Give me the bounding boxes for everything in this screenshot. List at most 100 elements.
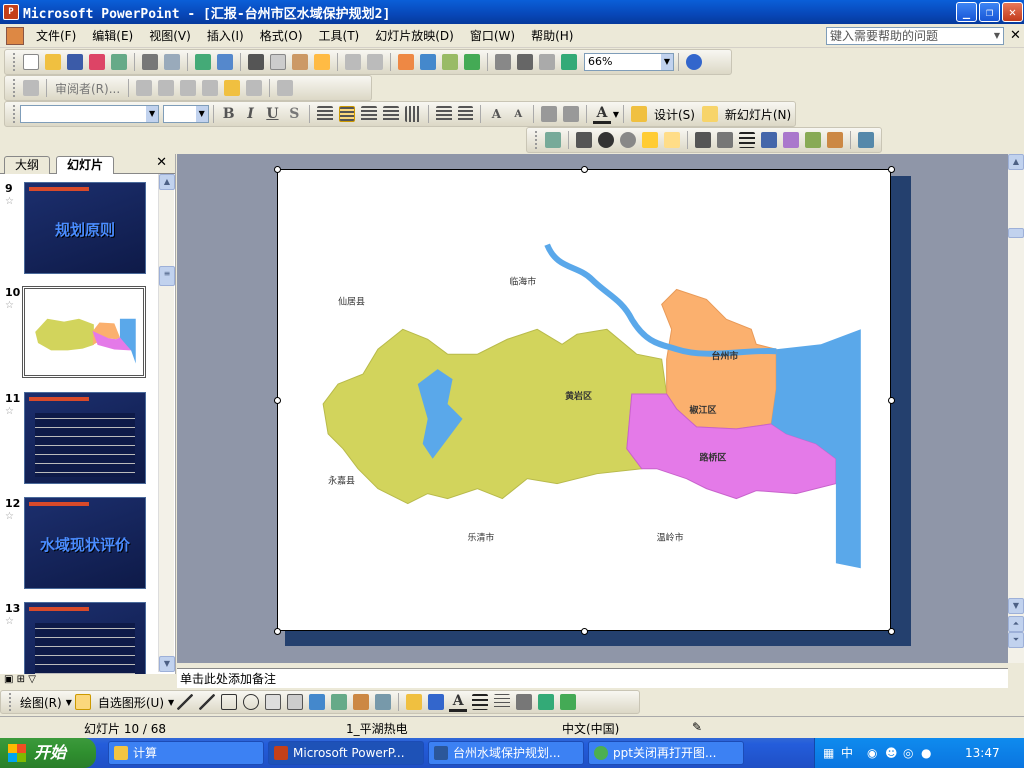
next-item-icon[interactable] bbox=[158, 80, 175, 96]
print-preview-icon[interactable] bbox=[164, 54, 180, 70]
reviewing-pane-icon[interactable] bbox=[277, 80, 294, 96]
undo-icon[interactable] bbox=[345, 54, 361, 70]
slide-thumbnail-13[interactable]: 13 ☆ bbox=[0, 602, 160, 674]
reviewer-button[interactable]: 审阅者(R)... bbox=[55, 80, 120, 97]
less-contrast-icon[interactable] bbox=[620, 132, 636, 148]
dash-style-icon[interactable] bbox=[494, 694, 511, 710]
scroll-down-icon[interactable]: ▼ bbox=[1008, 598, 1024, 614]
scroll-thumb[interactable] bbox=[1008, 228, 1024, 238]
recolor-picture-icon[interactable] bbox=[783, 132, 799, 148]
format-picture-icon[interactable] bbox=[805, 132, 821, 148]
markup-icon[interactable] bbox=[23, 80, 39, 96]
slide-thumbnail-11[interactable]: 11 ☆ bbox=[0, 392, 160, 492]
document-icon[interactable] bbox=[6, 26, 24, 45]
slide-sorter-icon[interactable]: ⊞ bbox=[17, 674, 25, 685]
taskbar-item-browser[interactable]: ppt关闭再打开图... bbox=[588, 741, 744, 765]
show-formatting-icon[interactable] bbox=[517, 54, 533, 70]
tables-borders-icon[interactable] bbox=[442, 54, 458, 70]
help-dropdown-icon[interactable]: ▼ bbox=[991, 28, 1003, 44]
start-button[interactable]: 开始 bbox=[0, 738, 96, 768]
close-button[interactable]: ✕ bbox=[1002, 2, 1023, 22]
powerpoint-app-icon[interactable]: P bbox=[3, 4, 19, 20]
arrow-icon[interactable] bbox=[199, 694, 216, 710]
edit-comment-icon[interactable] bbox=[202, 80, 219, 96]
more-brightness-icon[interactable] bbox=[642, 132, 658, 148]
help-icon[interactable] bbox=[686, 54, 702, 70]
3d-style-icon[interactable] bbox=[560, 694, 577, 710]
previous-slide-icon[interactable]: ⏶ bbox=[1008, 616, 1024, 632]
wordart-icon[interactable] bbox=[309, 694, 326, 710]
paste-icon[interactable] bbox=[292, 54, 308, 70]
fill-color-icon[interactable] bbox=[406, 694, 423, 710]
align-right-icon[interactable] bbox=[361, 106, 377, 122]
insert-comment-icon[interactable] bbox=[224, 80, 241, 96]
font-color-dropdown-icon[interactable]: ▼ bbox=[613, 110, 619, 119]
document-close-icon[interactable]: ✕ bbox=[1010, 28, 1021, 43]
vertical-textbox-icon[interactable] bbox=[287, 694, 304, 710]
less-brightness-icon[interactable] bbox=[664, 132, 680, 148]
decrease-indent-icon[interactable] bbox=[541, 106, 558, 122]
set-transparent-color-icon[interactable] bbox=[827, 132, 843, 148]
align-center-icon[interactable] bbox=[339, 106, 356, 122]
restore-button[interactable]: ❐ bbox=[979, 2, 1000, 22]
save-icon[interactable] bbox=[67, 54, 83, 70]
security-icon[interactable]: ● bbox=[921, 738, 931, 768]
panel-close-icon[interactable]: ✕ bbox=[156, 155, 167, 170]
redo-icon[interactable] bbox=[367, 54, 383, 70]
justify-icon[interactable] bbox=[382, 106, 399, 122]
resize-handle[interactable] bbox=[581, 166, 588, 173]
shadow-button[interactable]: S bbox=[285, 106, 303, 122]
menu-format[interactable]: 格式(O) bbox=[252, 27, 311, 44]
help-search-input[interactable]: 键入需要帮助的问题 ▼ bbox=[826, 27, 1004, 45]
arrow-style-icon[interactable] bbox=[516, 694, 533, 710]
slide-scrollbar[interactable]: ▲ ▼ ⏶ ⏷ bbox=[1008, 154, 1024, 663]
increase-font-icon[interactable]: A bbox=[487, 107, 505, 121]
cut-icon[interactable] bbox=[248, 54, 264, 70]
clock[interactable]: 13:47 bbox=[965, 738, 1000, 768]
menu-slideshow[interactable]: 幻灯片放映(D) bbox=[367, 27, 462, 44]
font-size-select[interactable]: ▼ bbox=[163, 105, 209, 123]
open-icon[interactable] bbox=[45, 54, 61, 70]
spelling-icon[interactable] bbox=[195, 54, 211, 70]
current-slide[interactable]: 临海市 仙居县 台州市 黄岩区 椒江区 路桥区 永嘉县 乐清市 温岭市 bbox=[274, 166, 895, 635]
more-contrast-icon[interactable] bbox=[598, 132, 614, 148]
previous-item-icon[interactable] bbox=[136, 80, 153, 96]
volume-icon[interactable]: ◎ bbox=[903, 738, 913, 768]
line-style-icon[interactable] bbox=[739, 132, 755, 148]
resize-handle[interactable] bbox=[888, 628, 895, 635]
picture-icon[interactable] bbox=[375, 694, 392, 710]
resize-handle[interactable] bbox=[274, 397, 281, 404]
print-icon[interactable] bbox=[142, 54, 158, 70]
tab-slides[interactable]: 幻灯片 bbox=[56, 156, 115, 174]
keyboard-icon[interactable]: ▦ bbox=[823, 738, 834, 768]
taskbar-item-word-doc[interactable]: 台州水域保护规划... bbox=[428, 741, 584, 765]
scroll-up-icon[interactable]: ▲ bbox=[1008, 154, 1024, 170]
insert-picture-icon[interactable] bbox=[545, 132, 561, 148]
bold-button[interactable]: B bbox=[220, 106, 238, 122]
ime-indicator[interactable]: 中 bbox=[841, 738, 853, 768]
shadow-style-icon[interactable] bbox=[538, 694, 555, 710]
messenger-icon[interactable]: ☻ bbox=[885, 738, 898, 768]
research-icon[interactable] bbox=[217, 54, 233, 70]
menu-file[interactable]: 文件(F) bbox=[28, 27, 84, 44]
permission-icon[interactable] bbox=[89, 54, 105, 70]
resize-handle[interactable] bbox=[581, 628, 588, 635]
color-grayscale-icon[interactable] bbox=[561, 54, 577, 70]
menu-help[interactable]: 帮助(H) bbox=[523, 27, 581, 44]
menu-view[interactable]: 视图(V) bbox=[141, 27, 199, 44]
new-icon[interactable] bbox=[23, 54, 39, 70]
line-icon[interactable] bbox=[177, 694, 194, 710]
insert-table-icon[interactable] bbox=[420, 54, 436, 70]
next-slide-icon[interactable]: ⏷ bbox=[1008, 632, 1024, 648]
new-slide-button[interactable]: 新幻灯片(N) bbox=[725, 106, 791, 123]
show-grid-icon[interactable] bbox=[539, 54, 555, 70]
underline-button[interactable]: U bbox=[263, 106, 281, 122]
select-objects-icon[interactable] bbox=[74, 694, 91, 710]
expand-all-icon[interactable] bbox=[495, 54, 511, 70]
notes-pane[interactable]: 单击此处添加备注 bbox=[177, 668, 1008, 688]
menu-tools[interactable]: 工具(T) bbox=[311, 27, 368, 44]
water-protection-map[interactable]: 临海市 仙居县 台州市 黄岩区 椒江区 路桥区 永嘉县 乐清市 温岭市 bbox=[278, 170, 890, 630]
menu-window[interactable]: 窗口(W) bbox=[462, 27, 523, 44]
slide-thumbnail-10[interactable]: 10 ☆ bbox=[0, 286, 160, 386]
resize-handle[interactable] bbox=[888, 166, 895, 173]
